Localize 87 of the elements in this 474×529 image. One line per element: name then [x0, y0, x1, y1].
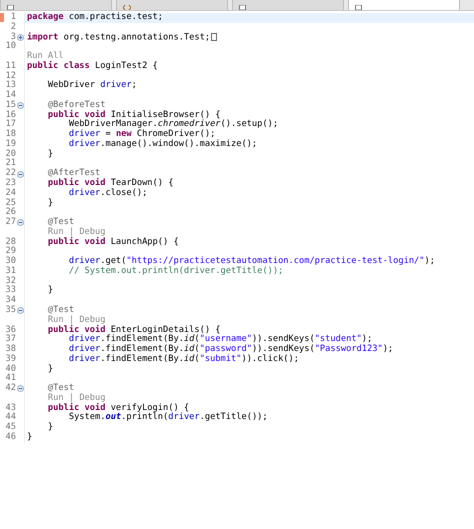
line-number: 10	[4, 42, 16, 52]
code-line: }	[46, 286, 54, 296]
code-line: }	[46, 364, 54, 374]
code-line: driver.findElement(By.id("submit")).click();	[68, 354, 300, 365]
code-line: public void InitialiseBrowser() {	[46, 110, 221, 120]
code-line: @AfterTest	[46, 169, 100, 178]
expand-icon[interactable]	[17, 34, 24, 41]
code-line: @Test	[46, 218, 74, 228]
code-line: driver.findElement(By.id("username")).sendKeys("student");	[68, 335, 372, 344]
line-number: 12	[4, 72, 16, 81]
code-lens-link[interactable]: Debug	[79, 314, 106, 325]
line-number: 2	[10, 22, 16, 32]
code-line: public class LoginTest2 {	[26, 62, 158, 72]
code-line: WebDriver driver;	[46, 81, 137, 92]
code-lens-link[interactable]: Run All	[27, 51, 64, 62]
collapse-icon[interactable]	[17, 170, 24, 178]
code-line: driver.manage().window().maximize();	[68, 140, 258, 150]
line-number: 45	[4, 423, 16, 432]
line-number: 33	[4, 286, 16, 296]
code-line: @BeforeTest	[46, 100, 106, 110]
code-lens-link[interactable]: Run	[48, 226, 64, 237]
line-number: 41	[4, 374, 16, 384]
separator-text: |	[68, 314, 74, 325]
line-number: 37	[4, 335, 16, 344]
line-number: 43	[4, 404, 16, 413]
code-line: public void verifyLogin() {	[46, 404, 190, 413]
line-number: 28	[4, 238, 16, 247]
collapse-icon[interactable]	[17, 219, 24, 226]
line-number: 25	[4, 198, 16, 208]
code-line: public void LaunchApp() {	[46, 238, 179, 248]
line-number: 3	[10, 32, 16, 42]
separator-text: |	[68, 392, 74, 403]
line-number: 15	[4, 100, 16, 110]
code-line: driver.close();	[68, 188, 148, 199]
line-number: 19	[4, 140, 16, 150]
code-line: System.out.println(driver.getTitle());	[68, 413, 268, 424]
line-number: 23	[4, 179, 16, 188]
code-line: // System.out.println(driver.getTitle());	[68, 266, 284, 277]
code-line: driver.findElement(By.id("password")).sendKeys("Password123");	[68, 345, 394, 354]
line-number: 1	[10, 13, 16, 22]
code-line: }	[26, 432, 32, 443]
line-number: 24	[4, 188, 16, 198]
code-line: import org.testng.annotations.Test;	[25, 32, 218, 42]
line-number: 32	[4, 276, 16, 286]
line-number: 31	[4, 266, 16, 276]
code-line: public void TearDown() {	[46, 179, 174, 188]
code-line: }	[46, 423, 54, 433]
collapse-icon[interactable]	[17, 102, 24, 110]
line-number: 22	[4, 169, 16, 178]
code-line: }	[46, 150, 54, 160]
code-line: package com.practise.test;	[26, 13, 164, 23]
line-number: 27	[4, 218, 16, 228]
code-lens-link[interactable]: Debug	[79, 226, 106, 237]
line-number: 34	[4, 296, 16, 306]
code-lens-link[interactable]: Run	[48, 392, 64, 403]
line-number: 17	[4, 120, 16, 130]
line-number: 14	[4, 91, 16, 100]
code-line: @Test	[46, 384, 74, 394]
code-lens-link[interactable]: Run	[48, 314, 64, 325]
line-number: 46	[4, 432, 16, 443]
line-number: 35	[4, 306, 16, 316]
line-number: 39	[4, 354, 16, 364]
collapse-icon[interactable]	[17, 307, 24, 314]
line-number: 30	[4, 257, 16, 266]
code-line: @Test	[46, 306, 74, 315]
code-line: driver.get("https://practicetestautomation.com/practice-test-login/");	[68, 257, 435, 266]
line-number: 26	[4, 208, 16, 218]
line-number: 38	[4, 345, 16, 354]
line-number: 18	[4, 130, 16, 140]
line-number: 42	[4, 384, 16, 394]
line-number: 44	[4, 413, 16, 422]
line-number: 29	[4, 247, 16, 256]
collapse-icon[interactable]	[17, 385, 24, 392]
line-number: 21	[4, 159, 16, 168]
code-line: }	[46, 198, 54, 208]
line-number: 16	[4, 110, 16, 120]
code-line: WebDriverManager.chromedriver().setup();	[68, 120, 278, 130]
line-number: 40	[4, 364, 16, 374]
line-number: 36	[4, 326, 16, 334]
code-line: public void EnterLoginDetails() {	[46, 326, 221, 334]
line-number: 20	[4, 150, 16, 159]
code-line: driver = new ChromeDriver();	[68, 130, 216, 140]
line-number: 13	[4, 81, 16, 90]
folded-code-icon[interactable]	[211, 32, 218, 41]
code-lens-link[interactable]: Debug	[79, 392, 106, 403]
separator-text: |	[68, 226, 74, 237]
line-number: 11	[4, 62, 16, 72]
